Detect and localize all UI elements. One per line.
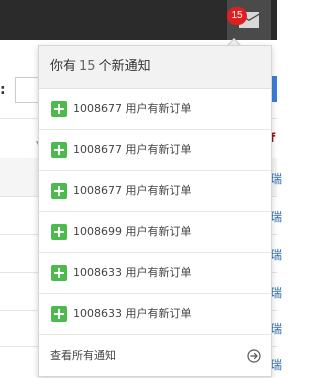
notification-item[interactable]: 1008677 用户有新订单 — [39, 130, 271, 171]
notification-item[interactable]: 1008633 用户有新订单 — [39, 294, 271, 335]
notification-item[interactable]: 1008633 用户有新订单 — [39, 253, 271, 294]
plus-square-icon — [51, 183, 67, 199]
plus-square-icon — [51, 265, 67, 281]
notification-text: 1008633 用户有新订单 — [73, 307, 192, 320]
form-label-colon: : — [0, 82, 6, 98]
plus-square-icon — [51, 142, 67, 158]
header-suffix: 个新通知 — [98, 59, 151, 74]
view-all-label: 查看所有通知 — [50, 349, 116, 362]
notifications-header: 你有 15 个新通知 — [39, 46, 271, 89]
notification-count-badge: 15 — [227, 7, 247, 25]
view-all-notifications-link[interactable]: 查看所有通知 — [39, 336, 271, 376]
notification-text: 1008677 用户有新订单 — [73, 102, 192, 115]
header-prefix: 你有 — [50, 59, 77, 74]
header-count: 15 — [79, 59, 96, 74]
notification-text: 1008677 用户有新订单 — [73, 184, 192, 197]
plus-square-icon — [51, 306, 67, 322]
notification-item[interactable]: 1008677 用户有新订单 — [39, 171, 271, 212]
notification-item[interactable]: 1008677 用户有新订单 — [39, 89, 271, 130]
arrow-right-circle-icon — [247, 349, 261, 363]
plus-square-icon — [51, 101, 67, 117]
notification-text: 1008677 用户有新订单 — [73, 143, 192, 156]
plus-square-icon — [51, 224, 67, 240]
notification-text: 1008699 用户有新订单 — [73, 225, 192, 238]
notifications-dropdown: 你有 15 个新通知 1008677 用户有新订单 1008677 用户有新订单 1… — [38, 45, 272, 377]
notification-item[interactable]: 1008699 用户有新订单 — [39, 212, 271, 253]
notification-text: 1008633 用户有新订单 — [73, 266, 192, 279]
